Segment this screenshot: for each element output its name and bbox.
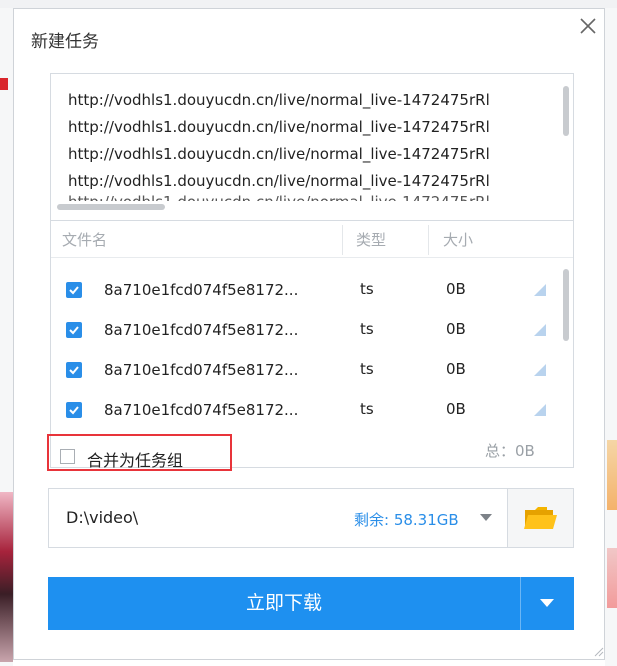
- save-path-field[interactable]: D:\video\ 剩余: 58.31GB: [48, 488, 574, 548]
- url-line: http://vodhls1.douyucdn.cn/live/normal_l…: [68, 145, 490, 163]
- download-options-button[interactable]: [521, 577, 574, 630]
- table-row[interactable]: 8a710e1fcd074f5e8172... ts 0B: [51, 350, 561, 390]
- file-list-scrollbar[interactable]: [563, 269, 569, 341]
- file-checkbox[interactable]: [66, 282, 82, 298]
- background-left-panel: [0, 8, 13, 666]
- row-corner-icon: [534, 324, 546, 336]
- background-thumbnail: [0, 492, 13, 662]
- row-corner-icon: [534, 284, 546, 296]
- path-dropdown-icon[interactable]: [480, 514, 492, 522]
- background-red-mark: [0, 78, 8, 90]
- column-header-size[interactable]: 大小: [443, 229, 473, 250]
- url-line: http://vodhls1.douyucdn.cn/live/normal_l…: [68, 91, 490, 109]
- checkmark-icon: [69, 366, 79, 375]
- row-corner-icon: [534, 404, 546, 416]
- file-name: 8a710e1fcd074f5e8172...: [104, 321, 299, 339]
- background-thumbnail: [607, 548, 617, 608]
- url-horizontal-scrollbar[interactable]: [57, 204, 165, 210]
- close-button[interactable]: [576, 14, 602, 40]
- resize-grip-icon[interactable]: [592, 645, 604, 657]
- file-checkbox[interactable]: [66, 402, 82, 418]
- file-type: ts: [360, 280, 374, 298]
- file-checkbox[interactable]: [66, 362, 82, 378]
- url-line: http://vodhls1.douyucdn.cn/live/normal_l…: [68, 118, 490, 136]
- file-name: 8a710e1fcd074f5e8172...: [104, 281, 299, 299]
- browse-folder-button[interactable]: [508, 489, 573, 547]
- checkmark-icon: [69, 406, 79, 415]
- file-type: ts: [360, 360, 374, 378]
- close-icon: [580, 18, 596, 34]
- url-line-partial: http://vodhls1.douyucdn.cn/live/normal_l…: [68, 193, 490, 201]
- free-space-label: 剩余: 58.31GB: [354, 511, 459, 529]
- column-header-type[interactable]: 类型: [356, 229, 386, 250]
- background-thumbnail: [607, 440, 617, 510]
- column-separator: [428, 225, 429, 255]
- save-path-text: D:\video\: [66, 508, 139, 527]
- file-name: 8a710e1fcd074f5e8172...: [104, 401, 299, 419]
- file-name: 8a710e1fcd074f5e8172...: [104, 361, 299, 379]
- url-vertical-scrollbar[interactable]: [563, 86, 569, 136]
- file-type: ts: [360, 320, 374, 338]
- url-list-textarea[interactable]: http://vodhls1.douyucdn.cn/live/normal_l…: [50, 73, 574, 221]
- background-topbar: [0, 0, 617, 8]
- folder-icon: [524, 507, 557, 529]
- file-size: 0B: [446, 400, 466, 418]
- table-row[interactable]: 8a710e1fcd074f5e8172... ts 0B: [51, 390, 561, 430]
- dialog-title: 新建任务: [31, 32, 99, 52]
- merge-highlight-box: [47, 434, 232, 471]
- file-size: 0B: [446, 360, 466, 378]
- table-row[interactable]: 8a710e1fcd074f5e8172... ts 0B: [51, 270, 561, 310]
- download-now-button[interactable]: 立即下载: [48, 577, 520, 630]
- checkmark-icon: [69, 286, 79, 295]
- column-header-name[interactable]: 文件名: [62, 229, 107, 250]
- header-divider: [51, 257, 573, 258]
- new-task-dialog: 新建任务 http://vodhls1.douyucdn.cn/live/nor…: [13, 8, 605, 660]
- table-row[interactable]: 8a710e1fcd074f5e8172... ts 0B: [51, 310, 561, 350]
- file-type: ts: [360, 400, 374, 418]
- background-right-panel: [605, 8, 617, 666]
- file-checkbox[interactable]: [66, 322, 82, 338]
- total-size: 总：0B: [485, 442, 535, 460]
- file-size: 0B: [446, 320, 466, 338]
- file-size: 0B: [446, 280, 466, 298]
- checkmark-icon: [69, 326, 79, 335]
- column-separator: [342, 225, 343, 255]
- file-list: 文件名 类型 大小 8a710e1fcd074f5e8172... ts 0B …: [50, 221, 574, 470]
- url-line: http://vodhls1.douyucdn.cn/live/normal_l…: [68, 172, 490, 190]
- row-corner-icon: [534, 364, 546, 376]
- caret-down-icon: [540, 599, 554, 607]
